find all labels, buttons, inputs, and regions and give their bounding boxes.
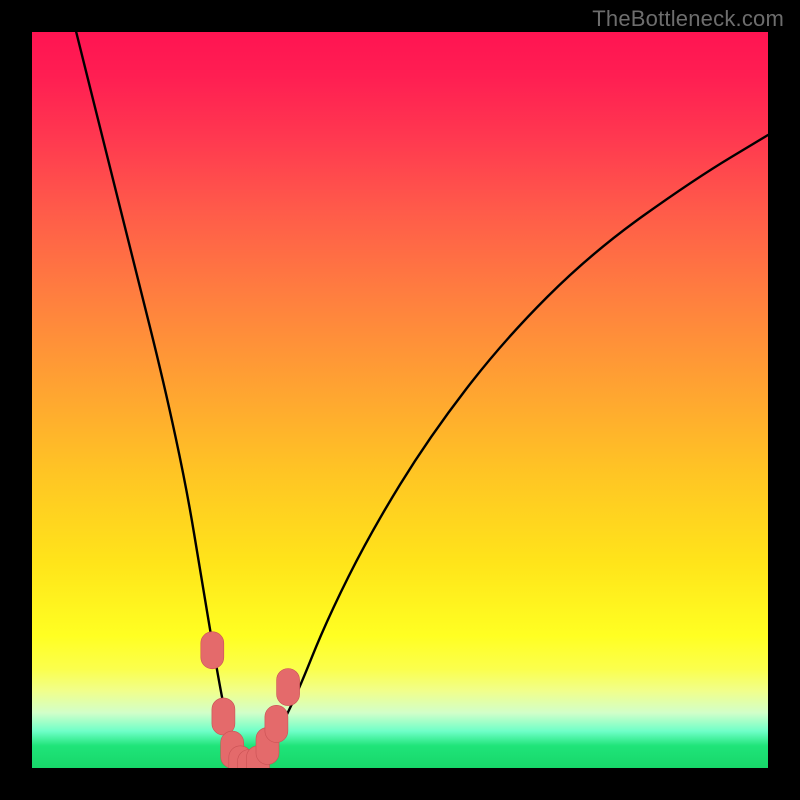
curve-marker bbox=[265, 705, 288, 742]
curve-marker bbox=[212, 698, 235, 735]
attribution-text: TheBottleneck.com bbox=[592, 6, 784, 32]
curve-layer bbox=[32, 32, 768, 768]
bottleneck-curve bbox=[76, 32, 768, 766]
curve-marker bbox=[201, 632, 224, 669]
chart-stage: TheBottleneck.com bbox=[0, 0, 800, 800]
curve-marker bbox=[277, 669, 300, 706]
curve-markers bbox=[201, 632, 300, 768]
plot-area bbox=[32, 32, 768, 768]
